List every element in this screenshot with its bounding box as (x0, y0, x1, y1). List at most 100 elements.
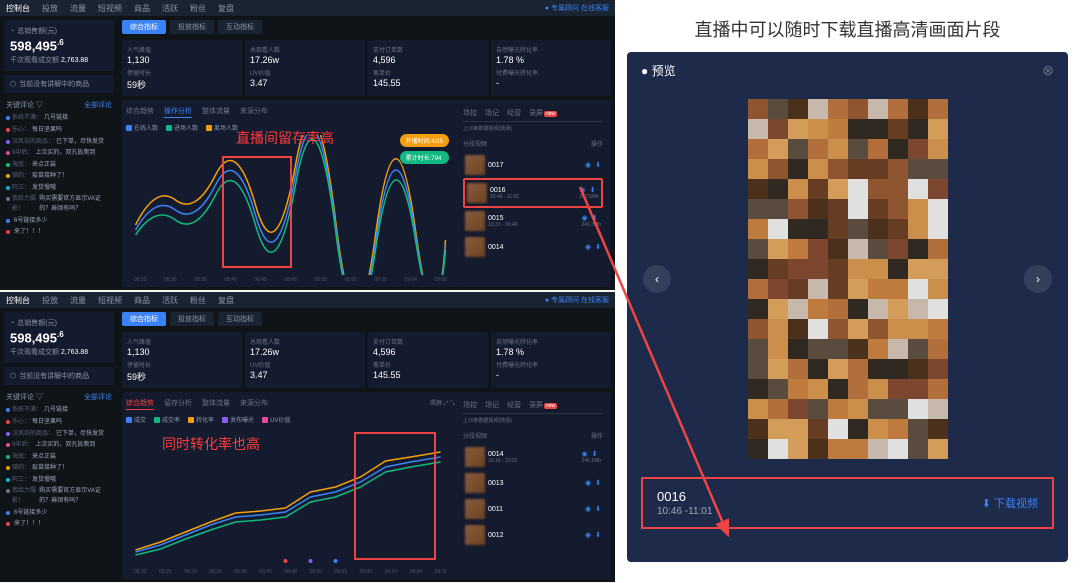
tab-button[interactable]: 投放指标 (170, 20, 214, 34)
comments-list: 系统不满：几号链接乐心：每日坚果吗汉风坊的商品：已下单，尽快发货9中后：上次买的… (4, 405, 114, 531)
video-clip-item[interactable]: 0012◉⬇ (463, 522, 603, 548)
comment-item: 海底：来点正装 (4, 452, 114, 464)
download-icon: ⬇ (595, 479, 601, 487)
video-clip-item[interactable]: 0014◉⬇ (463, 234, 603, 260)
tab-button[interactable]: 综合指标 (122, 312, 166, 326)
next-arrow[interactable]: › (1024, 265, 1052, 293)
comment-item: 9中后：上次买的，双孔扳爬到 (4, 440, 114, 452)
nav-item[interactable]: 流量 (70, 295, 86, 306)
stat-card: 自然曝光转化率1.78 %付费曝光转化率- (491, 332, 611, 388)
nav-item[interactable]: 投放 (42, 295, 58, 306)
nav-item[interactable]: 短视频 (98, 3, 122, 14)
tab-button[interactable]: 综合指标 (122, 20, 166, 34)
eye-icon: ◉ (585, 531, 591, 539)
chart-tab[interactable]: 综合趋势 (126, 398, 154, 410)
preview-modal: ● 预览 ⊗ ‹ › 0016 10:46 -11:01 ⬇ 下载视频 (627, 52, 1068, 562)
comments-filter[interactable]: 关键评论 ▽ (6, 392, 43, 402)
download-icon: ⬇ (982, 497, 991, 510)
nav-item[interactable]: 活跃 (162, 295, 178, 306)
download-icon: ⬇ (592, 214, 598, 222)
preview-image (748, 99, 948, 459)
sales-card: ◔总销售额(元) 598,495.6 千次观看成交额 2,763.88 (4, 20, 114, 71)
comment-item: 骑的：疫苗接种了！ (4, 463, 114, 475)
video-clip-item[interactable]: 0013◉⬇ (463, 470, 603, 496)
comment-item: 汉风坊的商品：已下单，尽快发货 (4, 429, 114, 441)
nav-item[interactable]: 粉丝 (190, 3, 206, 14)
nav-item[interactable]: 商品 (134, 3, 150, 14)
nav-item[interactable]: 投放 (42, 3, 58, 14)
stat-card: 支付订单数4,596客单价145.55 (368, 332, 488, 388)
nav-item[interactable]: 控制台 (6, 295, 30, 306)
comment-item: 骑的：疫苗接种了！ (4, 171, 114, 183)
chart-area: 综合趋势 留存分析 整体流量 来源分布 照屏 ⤢ ⤡ 成交成交率转化率发布曝光U… (122, 392, 611, 579)
chart-tab[interactable]: 留存分析 (164, 398, 192, 410)
vp-tab[interactable]: 场记 (485, 108, 499, 118)
tab-button[interactable]: 投放指标 (170, 312, 214, 326)
sales-card: ◔总销售额(元) 598,495.6 千次观看成交额 2,763.88 (4, 312, 114, 363)
vp-tab[interactable]: 场控 (463, 108, 477, 118)
top-nav: 控制台 投放 流量 短视频 商品 活跃 粉丝 复盘 ● 专属顾问 在线客服 (0, 0, 615, 16)
eye-icon: ◉ (580, 186, 586, 194)
chart-badge: 累计时长:794 (400, 151, 449, 164)
sidebar: ◔总销售额(元) 598,495.6 千次观看成交额 2,763.88 ⬡当前没… (0, 308, 118, 582)
eye-icon: ◉ (585, 243, 591, 251)
vp-list: 0017◉⬇001610:46 - 11:01◉⬇247.5Mb001510:3… (463, 152, 603, 260)
expand-icon[interactable]: 照屏 ⤢ ⤡ (430, 398, 455, 410)
vp-tab[interactable]: 场记 (485, 400, 499, 410)
comments-all-link[interactable]: 全部评论 (84, 100, 112, 110)
right-panel: 直播中可以随时下载直播高清画面片段 ● 预览 ⊗ ‹ › 0016 10:46 … (615, 0, 1080, 583)
download-button[interactable]: ⬇ 下载视频 (982, 495, 1038, 511)
close-icon[interactable]: ⊗ (1042, 62, 1054, 79)
stat-card: 人气峰值1,130停留时长59秒 (122, 40, 242, 96)
page-title: 直播中可以随时下载直播高清画面片段 (627, 8, 1068, 52)
comment-item: 阿三：发货慢哦 (4, 183, 114, 195)
chart-tab[interactable]: 整体流量 (202, 398, 230, 410)
stat-card: 自然曝光转化率1.78 %付费曝光转化率- (491, 40, 611, 96)
comments-list: 系统不满：几号链接乐心：每日坚果吗汉风坊的商品：已下单，尽快发货9中后：上次买的… (4, 113, 114, 239)
nav-item[interactable]: 流量 (70, 3, 86, 14)
chart-legend: 成交成交率转化率发布曝光UV价值 (126, 412, 455, 427)
vp-tabs: 场控 场记 经营 录屏new (463, 108, 603, 122)
chart-tab[interactable]: 来源分布 (240, 398, 268, 410)
info-card: ⬡当前没有讲解中的商品 (4, 75, 114, 93)
download-icon: ⬇ (590, 186, 596, 194)
nav-item[interactable]: 复盘 (218, 3, 234, 14)
nav-item[interactable]: 复盘 (218, 295, 234, 306)
tab-button[interactable]: 互动指标 (218, 312, 262, 326)
clip-name: 0016 (657, 489, 712, 504)
chart-tab[interactable]: 整体流量 (202, 106, 230, 118)
comment-item: 汉风坊的商品：已下单，尽快发货 (4, 137, 114, 149)
nav-item[interactable]: 控制台 (6, 3, 30, 14)
vp-tab[interactable]: 经营 (507, 400, 521, 410)
chart-tabs: 综合趋势 留存分析 整体流量 来源分布 照屏 ⤢ ⤡ (126, 396, 455, 412)
preview-label: ● 预览 (641, 62, 676, 79)
tab-button[interactable]: 互动指标 (218, 20, 262, 34)
vp-tab[interactable]: 经营 (507, 108, 521, 118)
nav-item[interactable]: 短视频 (98, 295, 122, 306)
video-clip-item[interactable]: 001610:46 - 11:01◉⬇247.5Mb (463, 178, 603, 208)
nav-item[interactable]: 活跃 (162, 3, 178, 14)
prev-arrow[interactable]: ‹ (643, 265, 671, 293)
video-clip-item[interactable]: 0017◉⬇ (463, 152, 603, 178)
chart-tab[interactable]: 来源分布 (240, 106, 268, 118)
eye-icon: ◉ (585, 479, 591, 487)
stat-card: 总观看人数17.26wUV价值3.47 (245, 332, 365, 388)
video-clip-item[interactable]: 001410:16 - 10:31◉⬇246.1Mb (463, 444, 603, 470)
nav-support-badge[interactable]: ● 专属顾问 在线客服 (545, 295, 609, 305)
eye-icon: ◉ (582, 214, 588, 222)
comments-filter[interactable]: 关键评论 ▽ (6, 100, 43, 110)
nav-item[interactable]: 商品 (134, 295, 150, 306)
chart-tab[interactable]: 综合趋势 (126, 106, 154, 118)
nav-item[interactable]: 粉丝 (190, 295, 206, 306)
nav-support-badge[interactable]: ● 专属顾问 在线客服 (545, 3, 609, 13)
chart-tab[interactable]: 操作分析 (164, 106, 192, 118)
comment-item: 海底：来点正装 (4, 160, 114, 172)
comments-all-link[interactable]: 全部评论 (84, 392, 112, 402)
vp-tab[interactable]: 录屏new (529, 400, 557, 410)
video-clip-item[interactable]: 0011◉⬇ (463, 496, 603, 522)
video-panel: 场控 场记 经营 录屏new 上10条数据视频(随场) 分段视频操作 0017◉… (459, 104, 607, 283)
vp-tab[interactable]: 场控 (463, 400, 477, 410)
eye-icon: ◉ (585, 161, 591, 169)
vp-tab[interactable]: 录屏new (529, 108, 557, 118)
video-clip-item[interactable]: 001510:31 - 10:46◉⬇241.3Mb (463, 208, 603, 234)
